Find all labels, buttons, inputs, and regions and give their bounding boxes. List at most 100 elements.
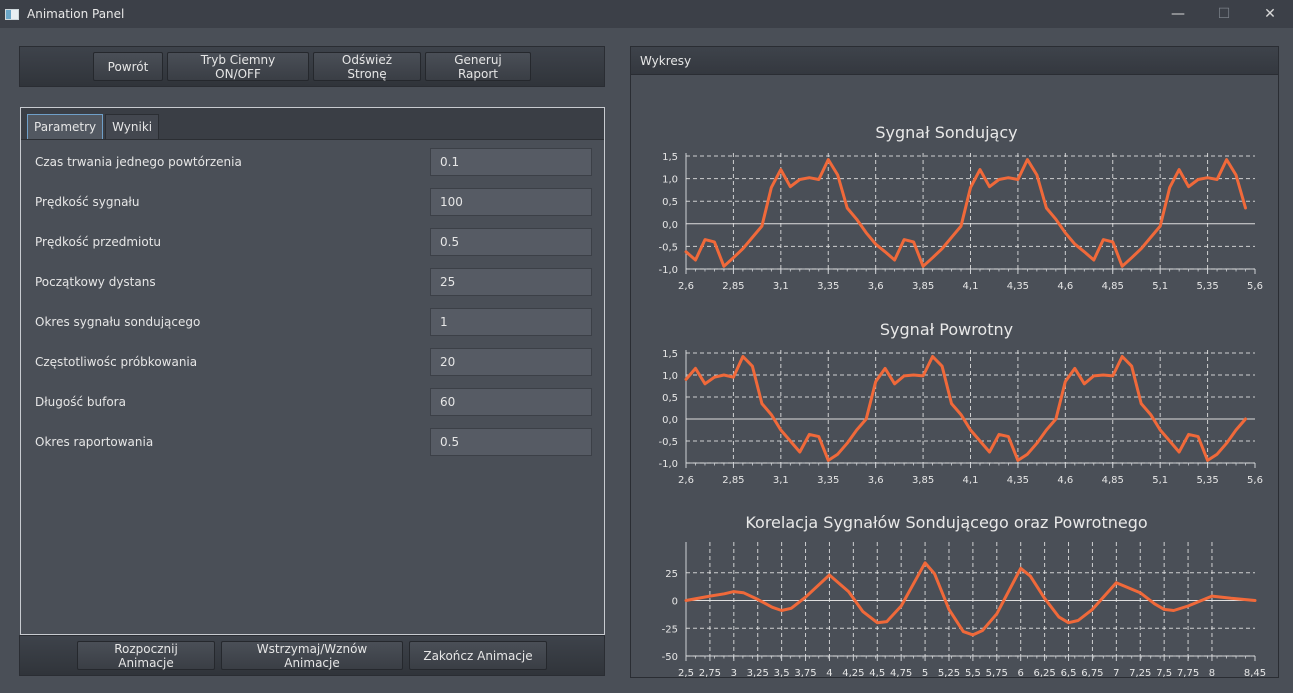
- start-animation-button[interactable]: Rozpocznij Animacje: [77, 641, 215, 670]
- x-tick-label: 6: [1018, 668, 1024, 677]
- x-tick-label: 5,75: [986, 668, 1008, 677]
- y-tick-label: 1,0: [662, 175, 678, 186]
- x-tick-label: 3,85: [912, 281, 934, 292]
- series-line: [684, 355, 1247, 462]
- y-tick-label: 0,5: [662, 393, 678, 404]
- title-bar: Animation Panel — ☐ ✕: [0, 0, 1293, 28]
- x-tick-label: 4,1: [963, 475, 979, 486]
- tab-results[interactable]: Wyniki: [105, 114, 160, 139]
- y-tick-label: -25: [662, 624, 678, 635]
- param-label: Prędkość sygnału: [35, 195, 140, 209]
- y-tick-label: 1,5: [662, 152, 678, 163]
- pause-resume-animation-button[interactable]: Wstrzymaj/Wznów Animacje: [221, 641, 403, 670]
- x-tick-label: 5: [922, 668, 928, 677]
- param-row: Okres sygnału sondującego: [35, 308, 592, 336]
- dark-mode-toggle-button[interactable]: Tryb Ciemny ON/OFF: [167, 52, 309, 81]
- x-tick-label: 5,1: [1152, 475, 1168, 486]
- parameters-panel: Parametry Wyniki Czas trwania jednego po…: [20, 107, 605, 635]
- y-tick-label: 25: [665, 569, 678, 580]
- x-tick-label: 3,25: [747, 668, 769, 677]
- chart-title: Korelacja Sygnałów Sondującego oraz Powr…: [745, 513, 1147, 532]
- x-tick-label: 4,75: [890, 668, 912, 677]
- animation-controls-bar: Rozpocznij Animacje Wstrzymaj/Wznów Anim…: [19, 635, 605, 676]
- x-tick-label: 4,85: [1102, 281, 1124, 292]
- charts-panel-title: Wykresy: [631, 47, 1278, 75]
- param-input[interactable]: [430, 188, 592, 216]
- param-input[interactable]: [430, 228, 592, 256]
- x-tick-label: 2,6: [678, 281, 694, 292]
- refresh-button[interactable]: Odśwież Stronę: [313, 52, 421, 81]
- param-row: Częstotliwośc próbkowania: [35, 348, 592, 376]
- param-row: Czas trwania jednego powtórzenia: [35, 148, 592, 176]
- y-tick-label: -0,5: [658, 242, 678, 253]
- param-input[interactable]: [430, 268, 592, 296]
- param-row: Początkowy dystans: [35, 268, 592, 296]
- param-label: Początkowy dystans: [35, 275, 156, 289]
- x-tick-label: 2,6: [678, 475, 694, 486]
- y-tick-label: 0,5: [662, 197, 678, 208]
- x-tick-label: 6,75: [1081, 668, 1103, 677]
- x-tick-label: 3,35: [817, 281, 839, 292]
- maximize-button[interactable]: ☐: [1201, 0, 1247, 28]
- y-tick-label: -1,0: [658, 459, 678, 470]
- x-tick-label: 5,1: [1152, 281, 1168, 292]
- x-tick-label: 2,85: [722, 475, 744, 486]
- x-tick-label: 4,5: [869, 668, 885, 677]
- y-tick-label: 0,0: [662, 415, 678, 426]
- param-input[interactable]: [430, 348, 592, 376]
- series-line: [684, 158, 1247, 268]
- x-tick-label: 3,75: [794, 668, 816, 677]
- x-tick-label: 4,6: [1057, 475, 1073, 486]
- x-tick-label: 5,35: [1196, 281, 1218, 292]
- param-row: Długość bufora: [35, 388, 592, 416]
- param-input[interactable]: [430, 308, 592, 336]
- x-tick-label: 5,6: [1247, 281, 1263, 292]
- x-tick-label: 3,6: [868, 281, 884, 292]
- param-label: Okres sygnału sondującego: [35, 315, 201, 329]
- x-tick-label: 6,5: [1061, 668, 1077, 677]
- tab-bar: Parametry Wyniki: [21, 108, 604, 140]
- x-tick-label: 4,35: [1007, 475, 1029, 486]
- param-label: Długość bufora: [35, 395, 126, 409]
- x-tick-label: 5,5: [965, 668, 981, 677]
- param-row: Prędkość przedmiotu: [35, 228, 592, 256]
- minimize-button[interactable]: —: [1155, 0, 1201, 28]
- x-tick-label: 8,45: [1244, 668, 1266, 677]
- x-tick-label: 3,1: [773, 281, 789, 292]
- x-tick-label: 7,5: [1156, 668, 1172, 677]
- param-label: Częstotliwośc próbkowania: [35, 355, 198, 369]
- x-tick-label: 8: [1209, 668, 1215, 677]
- x-tick-label: 2,5: [678, 668, 694, 677]
- y-tick-label: 1,5: [662, 349, 678, 360]
- x-tick-label: 5,25: [938, 668, 960, 677]
- window-controls: — ☐ ✕: [1155, 0, 1293, 28]
- stop-animation-button[interactable]: Zakończ Animacje: [409, 641, 547, 670]
- param-input[interactable]: [430, 148, 592, 176]
- tab-parameters[interactable]: Parametry: [27, 114, 104, 139]
- chart-title: Sygnał Powrotny: [880, 320, 1013, 339]
- y-tick-label: -1,0: [658, 265, 678, 276]
- top-toolbar: Powrót Tryb Ciemny ON/OFF Odśwież Stronę…: [19, 46, 605, 87]
- param-input[interactable]: [430, 428, 592, 456]
- x-tick-label: 4,35: [1007, 281, 1029, 292]
- x-tick-label: 4,1: [963, 281, 979, 292]
- generate-report-button[interactable]: Generuj Raport: [425, 52, 531, 81]
- param-row: Okres raportowania: [35, 428, 592, 456]
- x-tick-label: 7: [1113, 668, 1119, 677]
- param-input[interactable]: [430, 388, 592, 416]
- window-title: Animation Panel: [27, 7, 125, 21]
- x-tick-label: 3,35: [817, 475, 839, 486]
- app-icon: [5, 8, 19, 20]
- param-label: Czas trwania jednego powtórzenia: [35, 155, 242, 169]
- x-tick-label: 4: [826, 668, 832, 677]
- x-tick-label: 2,75: [699, 668, 721, 677]
- y-tick-label: 0,0: [662, 220, 678, 231]
- param-label: Okres raportowania: [35, 435, 154, 449]
- x-tick-label: 3: [731, 668, 737, 677]
- chart-title: Sygnał Sondujący: [875, 123, 1017, 142]
- close-button[interactable]: ✕: [1247, 0, 1293, 28]
- x-tick-label: 5,35: [1196, 475, 1218, 486]
- param-row: Prędkość sygnału: [35, 188, 592, 216]
- param-label: Prędkość przedmiotu: [35, 235, 162, 249]
- back-button[interactable]: Powrót: [93, 52, 163, 81]
